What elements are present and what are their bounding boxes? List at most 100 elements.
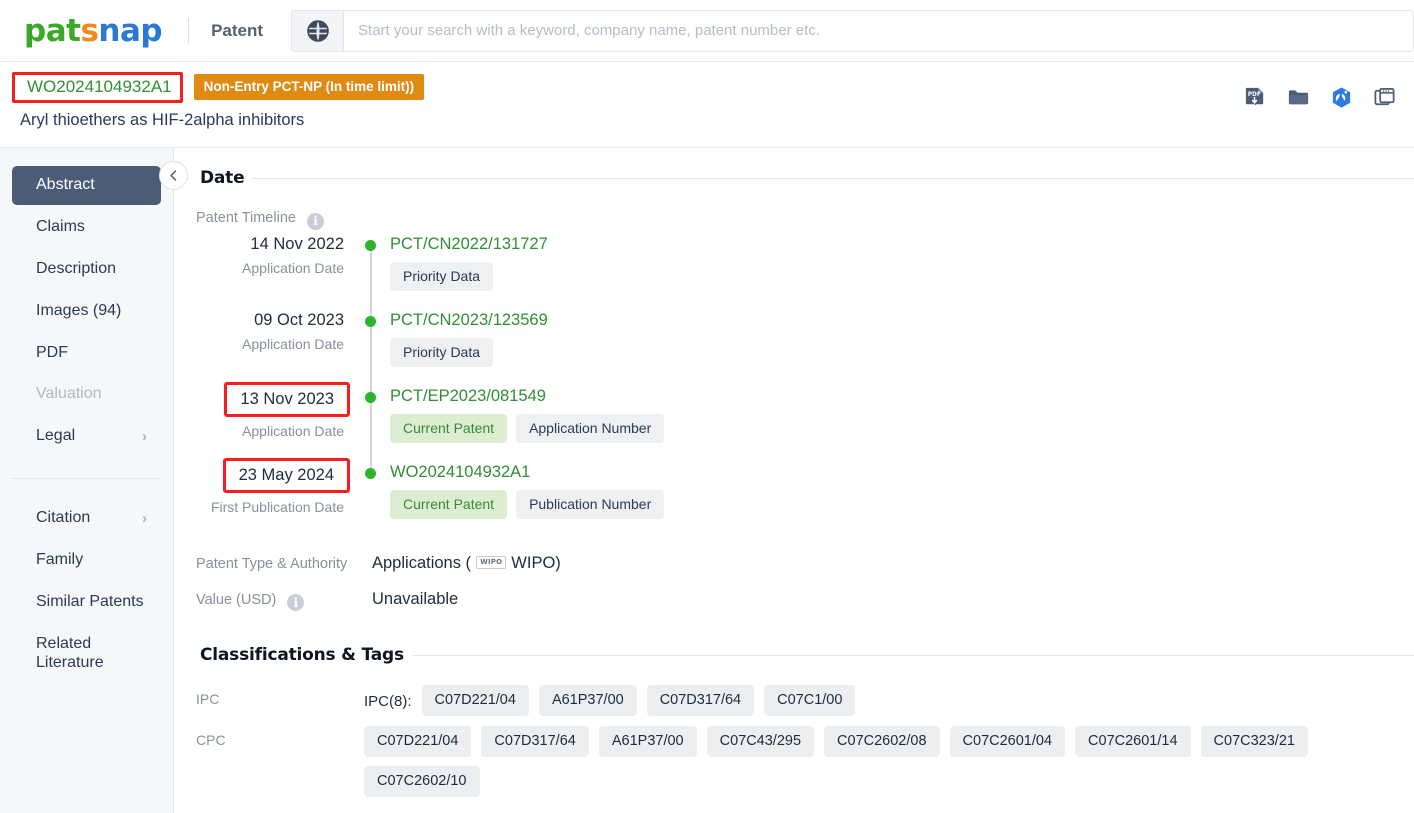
sidebar-item-label: Description [36, 259, 117, 277]
timeline-chip: Application Number [516, 413, 665, 443]
chevron-right-icon: › [142, 427, 147, 445]
patent-timeline: 14 Nov 2022 Application Date PCT/CN2022/13… [174, 234, 1414, 538]
sidebar-item-legal[interactable]: Legal › [12, 417, 161, 456]
info-icon-value[interactable]: i [287, 594, 305, 611]
timeline-date: 09 Oct 2023 [254, 310, 344, 329]
sidebar-secondary-list: Citation › Family Similar Patents Related Li… [0, 499, 173, 682]
timeline-chip: Priority Data [390, 337, 494, 367]
date-section-title: Date [200, 168, 245, 188]
search-input[interactable] [344, 10, 1413, 51]
classification-tag[interactable]: C07C2601/04 [949, 726, 1066, 757]
classification-tag[interactable]: A61P37/00 [598, 726, 697, 757]
sidebar-item-claims[interactable]: Claims [12, 208, 161, 247]
cpc-row: CPC C07D221/04 C07D317/64 A61P37/00 C07C43/… [174, 726, 1414, 797]
timeline-date-caption: Application Date [242, 422, 344, 439]
sidebar-item-abstract[interactable]: Abstract [12, 166, 161, 205]
sidebar-item-citation[interactable]: Citation › [12, 499, 161, 538]
sidebar-item-images-94[interactable]: Images (94) [12, 292, 161, 331]
patent-header: WO2024104932A1 Non-Entry PCT-NP (In time… [0, 62, 1414, 148]
sidebar-item-related-literature[interactable]: Related Literature [12, 625, 161, 683]
classification-tag[interactable]: C07D317/64 [481, 726, 589, 757]
timeline-event-left: 23 May 2024 First Publication Date [174, 457, 360, 538]
header-action-icons: PDF [1244, 86, 1396, 109]
classification-tag[interactable]: C07C2602/08 [824, 726, 940, 757]
sidebar-item-label: Citation [36, 509, 91, 527]
sidebar-collapse-button[interactable] [159, 161, 188, 190]
patent-type-label: Patent Type & Authority [196, 555, 348, 572]
timeline-number-link[interactable]: WO2024104932A1 [390, 462, 530, 482]
info-icon-timeline[interactable]: i [306, 212, 324, 230]
classifications-section-title: Classifications & Tags [200, 645, 404, 665]
logo-part-s: s [80, 12, 99, 49]
timeline-chip: Current Patent [390, 413, 508, 443]
nav-patent-label[interactable]: Patent [211, 21, 263, 41]
wipo-logo-badge: WIPO [476, 556, 507, 569]
timeline-axis [360, 310, 382, 398]
classification-tag[interactable]: C07C2601/14 [1075, 726, 1191, 757]
ipc-label: IPC [196, 691, 220, 707]
timeline-event-left: 13 Nov 2023 Application Date [174, 381, 360, 462]
section-rule [252, 177, 1414, 179]
date-section-header: Date [174, 168, 1414, 188]
classification-tag[interactable]: C07C1/00 [764, 685, 856, 716]
timeline-event-right: PCT/EP2023/081549 Current Patent Applicati… [382, 386, 1414, 462]
timeline-number-link[interactable]: PCT/CN2022/131727 [390, 234, 548, 254]
header-divider [188, 17, 190, 44]
logo-part-pat: pat [24, 12, 81, 49]
timeline-chip: Current Patent [390, 489, 508, 519]
patent-title: Aryl thioethers as HIF-2alpha inhibitors [20, 111, 305, 129]
timeline-date-caption: Application Date [242, 259, 344, 276]
classification-tag[interactable]: C07C2602/10 [364, 766, 480, 797]
timeline-chip: Priority Data [390, 261, 494, 291]
timeline-date-caption: Application Date [242, 335, 344, 352]
timeline-chip-list: Priority Data [390, 261, 1414, 291]
timeline-date-highlighted: 13 Nov 2023 [224, 381, 350, 417]
sidebar-item-pdf[interactable]: PDF [12, 334, 161, 373]
classification-tag[interactable]: A61P37/00 [538, 685, 637, 716]
timeline-event-right: PCT/CN2022/131727 Priority Data [382, 234, 1414, 310]
timeline-axis [360, 234, 382, 322]
ipc-row: IPC IPC(8): C07D221/04 A61P37/00 C07D317/6… [174, 685, 1414, 716]
cpc-tag-list: C07D221/04 C07D317/64 A61P37/00 C07C43/295 C… [364, 726, 1414, 797]
sidebar-item-label: Valuation [36, 385, 102, 403]
timeline-date-highlighted: 23 May 2024 [222, 457, 350, 493]
patent-number-highlight: WO2024104932A1 [12, 71, 183, 103]
timeline-event-right: PCT/CN2023/123569 Priority Data [382, 310, 1414, 386]
timeline-event-left: 14 Nov 2022 Application Date [174, 234, 360, 310]
sidebar-item-label: Similar Patents [36, 592, 144, 610]
logo-part-nap: nap [98, 12, 163, 49]
sidebar-item-label: Related Literature [36, 634, 104, 671]
patent-number-link[interactable]: WO2024104932A1 [27, 77, 172, 97]
search-scope-selector[interactable] [292, 10, 345, 51]
sidebar-item-similar-patents[interactable]: Similar Patents [12, 583, 161, 622]
chemistry-badge-icon[interactable] [1330, 86, 1353, 109]
classification-tag[interactable]: C07D221/04 [421, 685, 529, 716]
pdf-download-icon[interactable]: PDF [1244, 86, 1267, 109]
sidebar-item-label: Legal [36, 427, 76, 445]
timeline-chip-list: Priority Data [390, 337, 1414, 367]
timeline-event: 09 Oct 2023 Application Date PCT/CN2023/12… [174, 310, 1414, 398]
sidebar-item-label: Claims [36, 217, 85, 235]
patsnap-logo[interactable]: patsnap [24, 12, 163, 49]
classification-tag[interactable]: C07D317/64 [646, 685, 755, 716]
classification-tag[interactable]: C07C323/21 [1200, 726, 1308, 757]
sidebar-item-valuation: Valuation [12, 375, 161, 414]
classification-tag[interactable]: C07C43/295 [706, 726, 815, 757]
classification-tag[interactable]: C07D221/04 [364, 726, 472, 757]
folder-icon[interactable] [1287, 86, 1310, 109]
timeline-number-link[interactable]: PCT/CN2023/123569 [390, 310, 548, 330]
sidebar-item-family[interactable]: Family [12, 541, 161, 580]
windows-copy-icon[interactable] [1373, 86, 1396, 109]
sidebar: Abstract Claims Description Images (94) PDF V… [0, 148, 188, 813]
patent-value-label: Value (USD) i [174, 592, 364, 611]
sidebar-item-label: PDF [36, 343, 68, 361]
sidebar-item-description[interactable]: Description [12, 250, 161, 289]
patent-type-value: Applications ( WIPO WIPO) [364, 552, 561, 574]
timeline-number-link[interactable]: PCT/EP2023/081549 [390, 386, 546, 406]
top-bar: patsnap Patent [0, 0, 1414, 62]
search-bar [291, 9, 1414, 52]
timeline-event: 14 Nov 2022 Application Date PCT/CN2022/13… [174, 234, 1414, 322]
timeline-dot-icon [365, 239, 376, 251]
patent-type-suffix: WIPO) [511, 553, 561, 572]
patent-timeline-label-text: Patent Timeline [196, 210, 296, 226]
